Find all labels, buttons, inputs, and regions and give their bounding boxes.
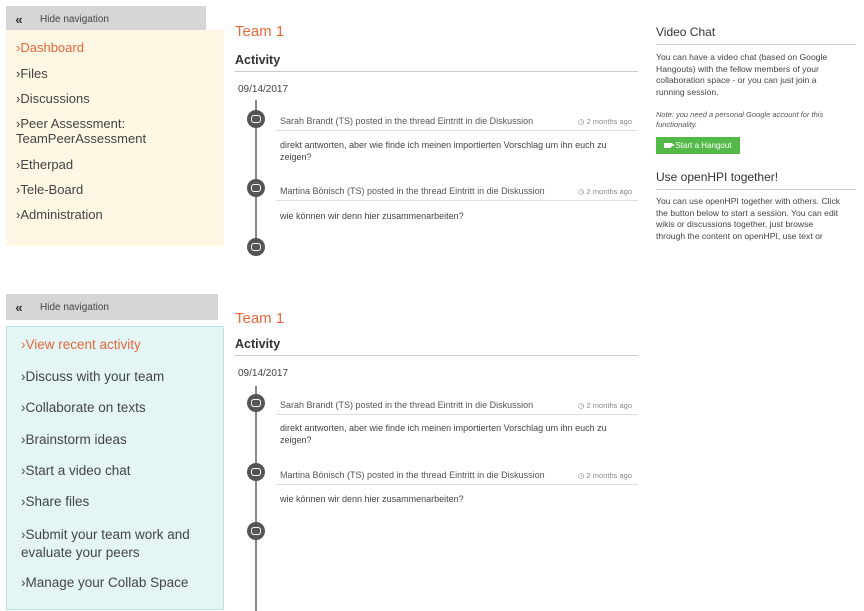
activity-heading: Activity bbox=[235, 53, 281, 67]
divider bbox=[656, 44, 856, 45]
activity-entry-head[interactable]: Martina Bönisch (TS) posted in the threa… bbox=[280, 186, 545, 196]
entry-divider bbox=[276, 130, 638, 131]
nav-item-discuss[interactable]: ›Discuss with your team bbox=[21, 369, 164, 384]
team-title: Team 1 bbox=[235, 310, 285, 327]
hide-navigation-label: Hide navigation bbox=[40, 301, 109, 313]
comment-icon bbox=[247, 463, 265, 481]
activity-entry-body: wie können wir denn hier zusammenarbeite… bbox=[280, 211, 464, 221]
activity-date: 09/14/2017 bbox=[238, 368, 289, 379]
activity-entry-time: ◷ 2 months ago bbox=[577, 187, 632, 196]
hide-navigation-button[interactable]: « Hide navigation bbox=[6, 294, 218, 320]
hide-navigation-button[interactable]: « Hide navigation bbox=[6, 6, 206, 32]
activity-entry-head[interactable]: Sarah Brandt (TS) posted in the thread E… bbox=[280, 400, 533, 410]
activity-entry-body: direkt antworten, aber wie finde ich mei… bbox=[280, 140, 607, 162]
activity-heading: Activity bbox=[235, 337, 281, 351]
activity-entry-time: ◷ 2 months ago bbox=[577, 471, 632, 480]
nav-item-administration[interactable]: ›Administration bbox=[16, 207, 103, 222]
comment-icon bbox=[247, 394, 265, 412]
sidebar-nav: ›View recent activity ›Discuss with your… bbox=[6, 326, 224, 610]
openhpi-text: You can use openHPI together with others… bbox=[656, 196, 841, 241]
nav-item-submit-work[interactable]: ›Submit your team work and evaluate your… bbox=[21, 526, 190, 562]
comment-icon bbox=[247, 238, 265, 256]
video-chat-note: Note: you need a personal Google account… bbox=[656, 110, 824, 129]
openhpi-title: Use openHPI together! bbox=[656, 170, 779, 184]
activity-entry-head[interactable]: Martina Bönisch (TS) posted in the threa… bbox=[280, 470, 545, 480]
entry-divider bbox=[276, 414, 638, 415]
activity-entry-body: direkt antworten, aber wie finde ich mei… bbox=[280, 423, 607, 445]
hide-navigation-label: Hide navigation bbox=[40, 13, 109, 25]
nav-item-share-files[interactable]: ›Share files bbox=[21, 494, 89, 509]
start-hangout-button[interactable]: Start a Hangout bbox=[656, 137, 740, 154]
comment-icon bbox=[247, 522, 265, 540]
activity-entry-time: ◷ 2 months ago bbox=[577, 117, 632, 126]
divider bbox=[656, 189, 856, 190]
nav-item-view-recent-activity[interactable]: ›View recent activity bbox=[21, 337, 141, 352]
nav-item-manage[interactable]: ›Manage your Collab Space bbox=[21, 575, 188, 590]
comment-icon bbox=[247, 110, 265, 128]
entry-divider bbox=[276, 200, 638, 201]
nav-item-files[interactable]: ›Files bbox=[16, 66, 48, 81]
activity-entry-body: wie können wir denn hier zusammenarbeite… bbox=[280, 494, 464, 504]
video-camera-icon bbox=[664, 143, 676, 148]
activity-entry-head[interactable]: Sarah Brandt (TS) posted in the thread E… bbox=[280, 116, 533, 126]
nav-item-video-chat[interactable]: ›Start a video chat bbox=[21, 463, 131, 478]
nav-item-brainstorm[interactable]: ›Brainstorm ideas bbox=[21, 432, 127, 447]
comment-icon bbox=[247, 179, 265, 197]
team-title: Team 1 bbox=[235, 23, 285, 40]
nav-item-tele-board[interactable]: ›Tele-Board bbox=[16, 182, 83, 197]
timeline-line bbox=[255, 386, 257, 611]
nav-item-etherpad[interactable]: ›Etherpad bbox=[16, 157, 73, 172]
double-chevron-left-icon: « bbox=[15, 11, 23, 27]
activity-date: 09/14/2017 bbox=[238, 84, 289, 95]
redesigned-collab-space: « Hide navigation ›View recent activity … bbox=[0, 290, 864, 611]
video-chat-title: Video Chat bbox=[656, 25, 716, 39]
divider bbox=[235, 71, 638, 72]
clock-icon: ◷ bbox=[577, 187, 585, 196]
entry-divider bbox=[276, 484, 638, 485]
double-chevron-left-icon: « bbox=[15, 299, 23, 315]
nav-item-discussions[interactable]: ›Discussions bbox=[16, 91, 90, 106]
nav-item-dashboard[interactable]: ›Dashboard bbox=[16, 40, 84, 55]
video-chat-text: You can have a video chat (based on Goog… bbox=[656, 52, 828, 97]
clock-icon: ◷ bbox=[577, 117, 585, 126]
start-hangout-label: Start a Hangout bbox=[675, 141, 732, 150]
activity-entry-time: ◷ 2 months ago bbox=[577, 401, 632, 410]
sidebar-nav: ›Dashboard ›Files ›Discussions ›Peer Ass… bbox=[6, 30, 224, 246]
original-collab-space: « Hide navigation ›Dashboard ›Files ›Dis… bbox=[0, 0, 864, 256]
divider bbox=[235, 355, 638, 356]
clock-icon: ◷ bbox=[577, 401, 585, 410]
nav-item-collaborate[interactable]: ›Collaborate on texts bbox=[21, 400, 146, 415]
nav-item-peer-assessment[interactable]: ›Peer Assessment: TeamPeerAssessment bbox=[16, 116, 146, 146]
clock-icon: ◷ bbox=[577, 471, 585, 480]
